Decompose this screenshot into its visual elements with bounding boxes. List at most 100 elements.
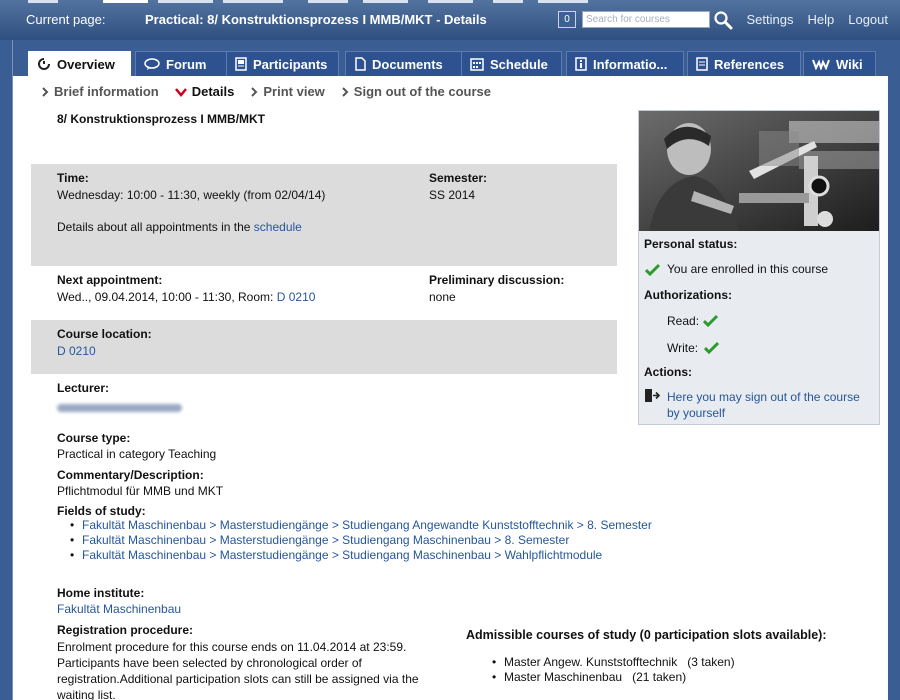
course-title: 8/ Konstruktionsprozess I MMB/MKT [57,112,266,126]
chevron-down-icon [174,87,187,97]
list-item: Master Maschinenbau (21 taken) [466,670,876,685]
list-item: Fakultät Maschinenbau > Masterstudiengän… [57,518,877,533]
search-icon[interactable] [713,10,733,30]
home-institute-section: Home institute: Fakultät Maschinenbau [57,586,877,616]
course-tabs: Overview Forum Participants Documents Sc… [13,40,889,76]
home-institute-link[interactable]: Fakultät Maschinenbau [57,602,877,616]
tab-label: Participants [253,56,328,72]
tab-label: Informatio... [593,56,668,72]
notification-badge[interactable]: 0 [558,11,576,28]
settings-link[interactable]: Settings [747,12,794,27]
location-label: Course location: [57,327,152,341]
tab-documents[interactable]: Documents [345,51,462,76]
course-of-study-taken: (3 taken) [687,655,735,669]
sign-out-icon [645,389,660,402]
field-of-study-link[interactable]: Fakultät Maschinenbau > Masterstudiengän… [82,518,652,532]
authorizations-label: Authorizations: [644,288,732,302]
main-panel: Overview Forum Participants Documents Sc… [12,40,889,700]
registration-label: Registration procedure: [57,623,194,637]
fields-of-study-label: Fields of study: [57,504,146,518]
tab-references[interactable]: References [687,51,801,76]
time-value: Wednesday: 10:00 - 11:30, weekly (from 0… [57,188,326,202]
subnav-details[interactable]: Details [174,84,234,99]
tab-label: Documents [372,56,443,72]
tab-information[interactable]: Informatio... [566,51,684,76]
forum-icon [144,57,160,70]
sign-out-link-line1: Here you may sign out of the course [667,390,860,404]
schedule-details: Details about all appointments in the sc… [57,220,325,234]
course-type-label: Course type: [57,431,131,445]
personal-status-label: Personal status: [644,237,738,251]
admissible-courses-section: Admissible courses of study (0 participa… [466,628,876,685]
schedule-icon [470,58,484,71]
registration-line: registration.Additional participation sl… [57,672,419,686]
tab-wiki[interactable]: Wiki [803,51,876,76]
time-row: Time: Wednesday: 10:00 - 11:30, weekly (… [31,164,617,266]
tab-participants[interactable]: Participants [226,51,339,76]
tab-label: Schedule [490,56,548,72]
home-institute-label: Home institute: [57,586,145,600]
commentary-value: Pflichtmodul für MMB und MKT [57,484,224,498]
commentary-section: Commentary/Description: Pflichtmodul für… [57,468,877,498]
lecturer-name-redacted[interactable] [57,404,182,412]
list-item: Fakultät Maschinenbau > Masterstudiengän… [57,548,877,563]
course-of-study-name: Master Maschinenbau [504,670,623,684]
course-type-section: Course type: Practical in category Teach… [57,431,877,461]
field-of-study-link[interactable]: Fakultät Maschinenbau > Masterstudiengän… [82,533,569,547]
subnav-print-view[interactable]: Print view [250,84,325,99]
current-page-title: Practical: 8/ Konstruktionsprozess I MMB… [145,12,487,27]
room-link[interactable]: D 0210 [277,290,316,304]
course-type-value: Practical in category Teaching [57,447,217,461]
course-of-study-taken: (21 taken) [632,670,687,684]
registration-line: Enrolment procedure for this course ends… [57,640,407,654]
field-of-study-link[interactable]: Fakultät Maschinenbau > Masterstudiengän… [82,548,602,562]
actions-label: Actions: [644,365,692,379]
schedule-details-text: Details about all appointments in the [57,220,251,234]
lecturer-row: Lecturer: [31,374,617,424]
registration-section: Registration procedure: Enrolment proced… [57,623,457,700]
semester-value: SS 2014 [429,188,476,202]
participants-icon [235,57,247,71]
tab-label: References [714,56,785,72]
read-label: Read: [667,314,700,328]
chevron-right-icon [251,86,258,97]
time-label: Time: [57,171,89,185]
registration-line: waiting list. [57,688,116,700]
subnav-label: Print view [263,84,325,99]
tab-forum[interactable]: Forum [135,51,234,76]
check-icon [703,314,718,327]
registration-line: Participants have been selected by chron… [57,656,362,670]
schedule-link[interactable]: schedule [254,220,302,234]
tab-schedule[interactable]: Schedule [461,51,562,76]
location-link[interactable]: D 0210 [57,344,152,358]
chevron-right-icon [342,86,349,97]
documents-icon [355,57,366,71]
course-photo [639,111,879,231]
subnav-label: Brief information [54,84,159,99]
overview-icon [38,58,50,70]
fields-of-study-section: Fields of study: Fakultät Maschinenbau >… [57,504,877,563]
course-of-study-name: Master Angew. Kunststofftechnik [504,655,678,669]
subnav-brief-information[interactable]: Brief information [41,84,159,99]
location-row: Course location: D 0210 [31,320,617,374]
help-link[interactable]: Help [807,12,834,27]
next-appointment-label: Next appointment: [57,273,163,287]
top-menu-cutoff [28,0,588,5]
tab-overview[interactable]: Overview [28,51,131,76]
enrolled-status: You are enrolled in this course [667,262,828,276]
tab-label: Wiki [836,56,863,72]
header-links: Settings Help Logout [747,12,889,27]
subnav-sign-out[interactable]: Sign out of the course [341,84,491,99]
chevron-right-icon [42,86,49,97]
sign-out-link[interactable]: Here you may sign out of the course by y… [667,389,860,421]
next-appointment-row: Next appointment: Wed.., 09.04.2014, 10:… [31,266,617,320]
logout-link[interactable]: Logout [848,12,888,27]
course-detail-table: 8/ Konstruktionsprozess I MMB/MKT Time: … [31,108,617,424]
check-icon [704,341,719,354]
top-menu-strip [28,0,588,3]
subnav-label: Sign out of the course [353,84,492,99]
course-search-input[interactable] [582,11,710,28]
personal-status-box: Personal status: You are enrolled in thi… [638,110,880,425]
sub-navigation: Brief information Details Print view Sig… [41,84,491,99]
references-icon [696,57,708,71]
